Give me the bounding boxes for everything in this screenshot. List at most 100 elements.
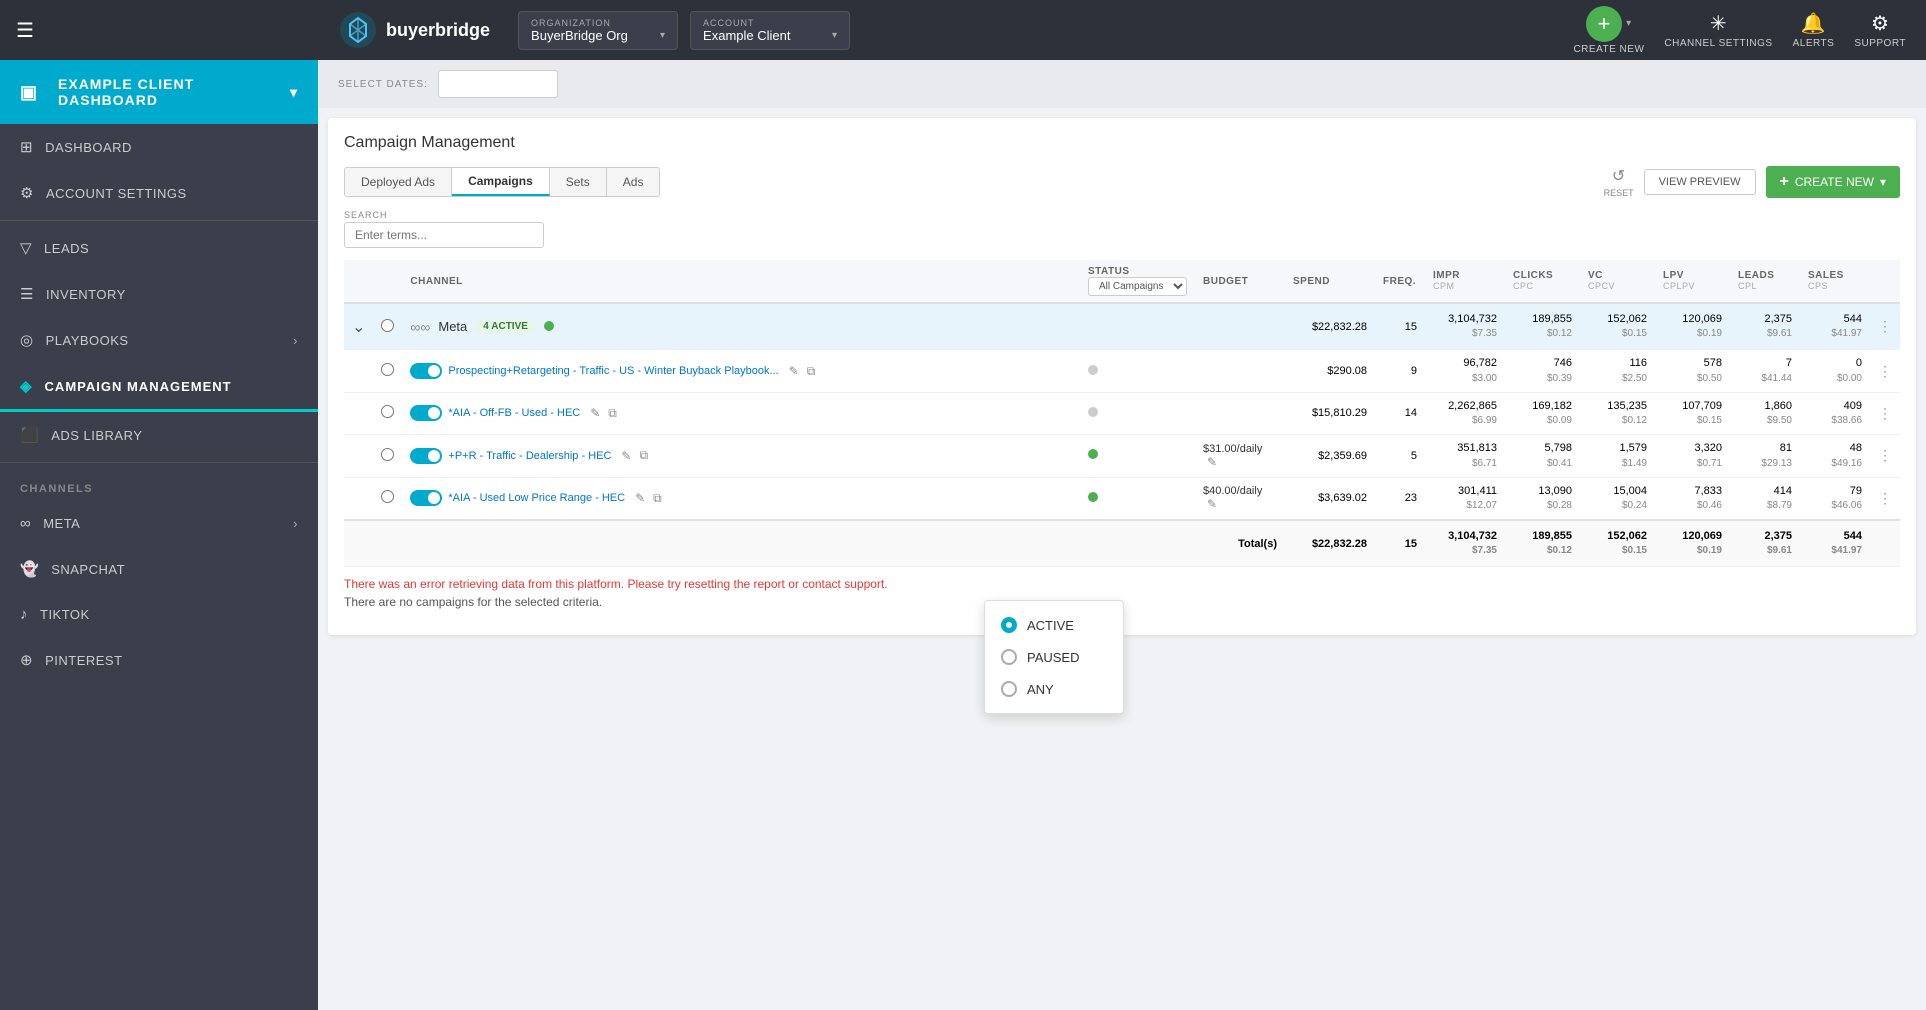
- sidebar-item-leads[interactable]: ▽ LEADS: [0, 225, 318, 271]
- row1-toggle[interactable]: [410, 405, 442, 421]
- sidebar-item-dashboard[interactable]: ⊞ DASHBOARD: [0, 124, 318, 170]
- date-select-label: SELECT DATES:: [338, 79, 428, 90]
- support-action[interactable]: ⚙ SUPPORT: [1854, 11, 1906, 49]
- create-new-btn-arrow-icon: ▾: [1880, 175, 1886, 189]
- organization-dropdown[interactable]: ORGANIZATION BuyerBridge Org ▾: [518, 11, 678, 50]
- sidebar-item-snapchat[interactable]: 👻 SNAPCHAT: [0, 546, 318, 592]
- row2-budget-edit-icon[interactable]: ✎: [1207, 455, 1217, 469]
- account-dropdown[interactable]: ACCOUNT Example Client ▾: [690, 11, 850, 50]
- status-option-active[interactable]: ACTIVE: [985, 609, 1123, 641]
- search-label: Search: [344, 210, 1900, 220]
- create-new-button[interactable]: + CREATE NEW ▾: [1766, 166, 1901, 198]
- row2-campaign-link[interactable]: +P+R - Traffic - Dealership - HEC: [448, 450, 611, 462]
- inventory-icon: ☰: [20, 285, 34, 303]
- all-campaigns-select[interactable]: All Campaigns: [1088, 277, 1187, 296]
- content-area: SELECT DATES: Campaign Management Deploy…: [318, 60, 1926, 1010]
- row2-toggle[interactable]: [410, 448, 442, 464]
- meta-leads-cell: 2,375 $9.61: [1730, 303, 1800, 350]
- tiktok-icon: ♪: [20, 606, 28, 623]
- row2-edit-icon[interactable]: ✎: [621, 449, 631, 463]
- meta-channel-cell: ∞∞ Meta 4 ACTIVE: [402, 303, 1080, 350]
- row0-campaign-link[interactable]: Prospecting+Retargeting - Traffic - US -…: [448, 365, 778, 377]
- row3-more-icon[interactable]: ⋮: [1878, 490, 1892, 506]
- status-option-paused[interactable]: PAUSED: [985, 641, 1123, 673]
- date-select-bar: SELECT DATES:: [318, 60, 1926, 108]
- meta-expand-icon[interactable]: ⌄: [352, 319, 365, 336]
- hamburger-icon[interactable]: ☰: [16, 18, 34, 43]
- row1-freq-cell: 14: [1375, 392, 1425, 434]
- row2-status-dot: [1088, 449, 1098, 459]
- row3-channel-cell: *AIA - Used Low Price Range - HEC ✎ ⧉: [402, 477, 1080, 520]
- row1-radio[interactable]: [381, 405, 394, 418]
- row1-check-cell: [373, 392, 402, 434]
- meta-check-cell: [373, 303, 402, 350]
- account-arrow-icon: ▾: [832, 30, 837, 41]
- row0-freq-cell: 9: [1375, 350, 1425, 392]
- alerts-action[interactable]: 🔔 ALERTS: [1793, 11, 1835, 49]
- row3-edit-icon[interactable]: ✎: [635, 491, 645, 505]
- channel-settings-label: CHANNEL SETTINGS: [1664, 38, 1772, 49]
- row0-radio[interactable]: [381, 363, 394, 376]
- channel-settings-action[interactable]: ✳ CHANNEL SETTINGS: [1664, 11, 1772, 49]
- status-paused-label: PAUSED: [1027, 650, 1080, 665]
- tab-campaigns[interactable]: Campaigns: [452, 168, 550, 196]
- sidebar-item-pinterest[interactable]: ⊕ PINTEREST: [0, 637, 318, 683]
- view-preview-button[interactable]: VIEW PREVIEW: [1644, 169, 1756, 195]
- row1-lpv-cell: 107,709 $0.15: [1655, 392, 1730, 434]
- th-expand: [344, 260, 373, 303]
- row2-radio[interactable]: [381, 448, 394, 461]
- row3-copy-icon[interactable]: ⧉: [653, 491, 662, 506]
- alerts-label: ALERTS: [1793, 38, 1835, 49]
- date-input[interactable]: [438, 70, 558, 98]
- row1-channel-cell: *AIA - Off-FB - Used - HEC ✎ ⧉: [402, 392, 1080, 434]
- row0-edit-icon[interactable]: ✎: [789, 364, 799, 378]
- create-new-action[interactable]: + ▾ CREATE NEW: [1573, 6, 1644, 55]
- sidebar-item-tiktok[interactable]: ♪ TIKTOK: [0, 592, 318, 637]
- campaign-mgmt-title: Campaign Management: [344, 134, 1900, 152]
- reset-button[interactable]: ↺ RESET: [1604, 166, 1634, 198]
- table-body: ⌄ ∞∞ Meta 4 ACTIVE: [344, 303, 1900, 567]
- row1-more-icon[interactable]: ⋮: [1878, 405, 1892, 421]
- search-input[interactable]: [344, 222, 544, 248]
- row3-campaign-link[interactable]: *AIA - Used Low Price Range - HEC: [448, 492, 625, 504]
- sidebar-item-playbooks[interactable]: ◎ PLAYBOOKS ›: [0, 317, 318, 363]
- status-option-any[interactable]: ANY: [985, 673, 1123, 705]
- row1-edit-icon[interactable]: ✎: [590, 406, 600, 420]
- error-message: There was an error retrieving data from …: [344, 577, 1900, 591]
- sidebar-channel-label: SNAPCHAT: [51, 562, 125, 577]
- row0-toggle[interactable]: [410, 363, 442, 379]
- tab-deployed-ads[interactable]: Deployed Ads: [345, 168, 452, 196]
- sidebar-item-account-settings[interactable]: ⚙ ACCOUNT SETTINGS: [0, 170, 318, 216]
- row1-expand-cell: [344, 392, 373, 434]
- th-freq: FREQ.: [1375, 260, 1425, 303]
- row3-radio[interactable]: [381, 490, 394, 503]
- row0-copy-icon[interactable]: ⧉: [807, 364, 816, 379]
- row1-campaign-link[interactable]: *AIA - Off-FB - Used - HEC: [448, 407, 580, 419]
- row2-clicks-cell: 5,798 $0.41: [1505, 435, 1580, 477]
- row0-check-cell: [373, 350, 402, 392]
- row3-toggle[interactable]: [410, 490, 442, 506]
- tab-sets[interactable]: Sets: [550, 168, 607, 196]
- logo-buyer: buyer: [386, 20, 435, 40]
- sidebar-item-dashboard-main[interactable]: ▣ EXAMPLE CLIENT DASHBOARD ▾: [0, 60, 318, 124]
- sidebar-item-meta[interactable]: ∞ META ›: [0, 501, 318, 546]
- row2-check-cell: [373, 435, 402, 477]
- row1-copy-icon[interactable]: ⧉: [608, 406, 617, 421]
- sidebar-item-inventory[interactable]: ☰ INVENTORY: [0, 271, 318, 317]
- row0-lpv-cell: 578 $0.50: [1655, 350, 1730, 392]
- row2-more-cell: ⋮: [1870, 435, 1900, 477]
- meta-radio[interactable]: [381, 319, 394, 332]
- sidebar-item-campaign-management[interactable]: ◈ CAMPAIGN MANAGEMENT: [0, 363, 318, 412]
- meta-green-dot: [544, 321, 554, 331]
- totals-lpv: 120,069 $0.19: [1655, 520, 1730, 567]
- row2-copy-icon[interactable]: ⧉: [639, 448, 648, 463]
- account-label: ACCOUNT: [703, 18, 837, 28]
- tab-ads[interactable]: Ads: [607, 168, 660, 196]
- sidebar-item-ads-library[interactable]: ⬛ ADS LIBRARY: [0, 412, 318, 458]
- playbooks-chevron-icon: ›: [293, 333, 298, 348]
- meta-more-icon[interactable]: ⋮: [1878, 318, 1892, 334]
- row2-more-icon[interactable]: ⋮: [1878, 447, 1892, 463]
- row3-budget-cell: $40.00/daily ✎: [1195, 477, 1285, 520]
- row3-budget-edit-icon[interactable]: ✎: [1207, 497, 1217, 511]
- row0-more-icon[interactable]: ⋮: [1878, 363, 1892, 379]
